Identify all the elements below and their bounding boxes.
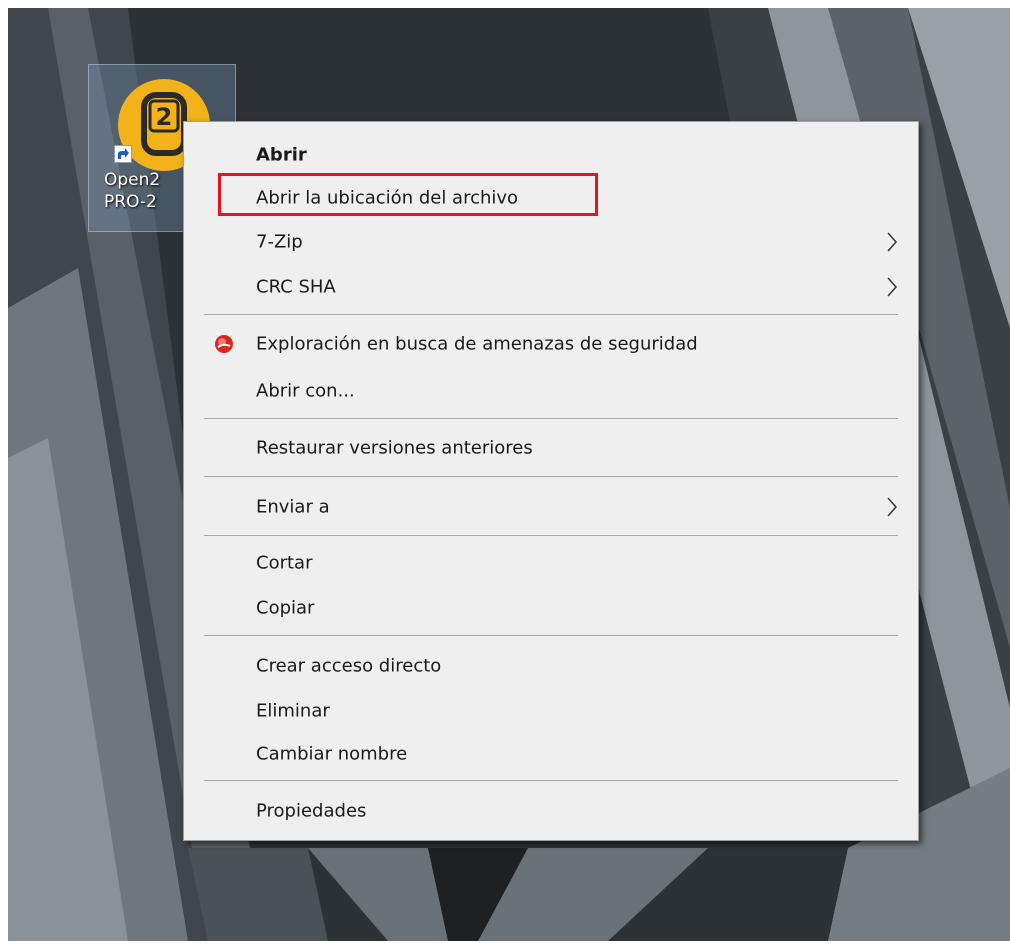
menu-item-7zip[interactable]: 7-Zip [184, 219, 918, 265]
menu-item-abrir-con[interactable]: Abrir con... [184, 368, 918, 414]
menu-separator [204, 535, 898, 536]
menu-separator [204, 780, 898, 781]
menu-item-label: Propiedades [256, 800, 367, 822]
menu-item-label: Eliminar [256, 700, 330, 722]
menu-item-restaurar-versiones[interactable]: Restaurar versiones anteriores [184, 425, 918, 471]
menu-item-label: Restaurar versiones anteriores [256, 437, 533, 459]
menu-item-propiedades[interactable]: Propiedades [184, 788, 918, 834]
menu-separator [204, 635, 898, 636]
shortcut-arrow-icon [114, 145, 132, 163]
menu-item-abrir[interactable]: Abrir [184, 132, 918, 178]
menu-item-exploracion-amenazas[interactable]: Exploración en busca de amenazas de segu… [184, 321, 918, 367]
badge-number: 2 [156, 103, 173, 131]
chevron-right-icon [887, 232, 898, 252]
menu-item-copiar[interactable]: Copiar [184, 585, 918, 631]
menu-item-label: Abrir la ubicación del archivo [256, 187, 519, 209]
menu-item-label: CRC SHA [256, 276, 336, 298]
menu-item-label: Abrir con... [256, 380, 355, 402]
menu-item-label: Crear acceso directo [256, 655, 442, 677]
menu-item-label: Exploración en busca de amenazas de segu… [256, 333, 698, 355]
menu-item-abrir-ubicacion[interactable]: Abrir la ubicación del archivo [184, 175, 918, 221]
menu-item-cambiar-nombre[interactable]: Cambiar nombre [184, 731, 918, 777]
menu-item-label: Enviar a [256, 496, 330, 518]
menu-item-label: Copiar [256, 597, 315, 619]
security-scan-icon [215, 335, 233, 353]
menu-item-label: Cambiar nombre [256, 743, 408, 765]
menu-separator [204, 476, 898, 477]
menu-item-enviar-a[interactable]: Enviar a [184, 484, 918, 530]
menu-item-label: Cortar [256, 552, 313, 574]
context-menu: Abrir Abrir la ubicación del archivo 7-Z… [183, 121, 919, 841]
menu-separator [204, 314, 898, 315]
menu-item-label: 7-Zip [256, 231, 303, 253]
menu-separator [204, 418, 898, 419]
chevron-right-icon [887, 277, 898, 297]
chevron-right-icon [887, 497, 898, 517]
menu-item-cortar[interactable]: Cortar [184, 540, 918, 586]
menu-item-crc-sha[interactable]: CRC SHA [184, 264, 918, 310]
menu-item-label: Abrir [256, 144, 307, 166]
menu-item-eliminar[interactable]: Eliminar [184, 688, 918, 734]
menu-item-crear-acceso-directo[interactable]: Crear acceso directo [184, 643, 918, 689]
